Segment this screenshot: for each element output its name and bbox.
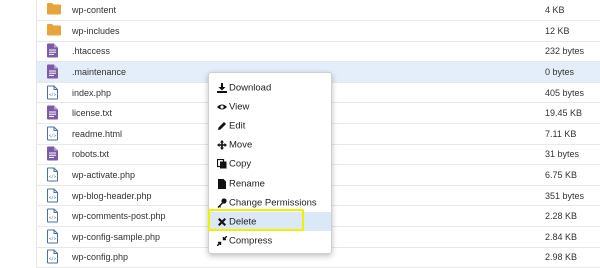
folder-icon <box>47 3 61 18</box>
download-icon <box>217 82 227 93</box>
file-name: readme.html <box>72 128 123 139</box>
svg-text:</>: </> <box>49 92 57 97</box>
context-menu-item-move[interactable]: Move <box>209 136 331 155</box>
svg-text:</>: </> <box>49 215 57 220</box>
context-menu-item-label: Rename <box>229 178 265 189</box>
svg-text:</>: </> <box>49 174 57 179</box>
file-size: 19.45 KB <box>545 108 583 119</box>
context-menu-item-download[interactable]: Download <box>209 78 331 97</box>
eye-icon <box>217 102 227 112</box>
file-size: 7.11 KB <box>545 128 577 139</box>
context-menu-item-copy[interactable]: Copy <box>209 155 331 174</box>
file-size: 232 bytes <box>545 46 585 57</box>
context-menu-item-label: Edit <box>229 120 246 132</box>
php-file-icon: </> <box>47 167 61 183</box>
svg-text:</>: </> <box>49 236 57 241</box>
svg-text:</>: </> <box>49 195 57 200</box>
move-icon <box>217 140 227 150</box>
file-size: 4 KB <box>545 5 565 16</box>
file-name: .maintenance <box>72 67 127 78</box>
php-file-icon: </> <box>47 249 61 265</box>
file-name: wp-content <box>72 5 117 16</box>
context-menu-item-label: Move <box>229 139 253 151</box>
file-name: .htaccess <box>72 46 111 57</box>
file-size: 12 KB <box>545 25 570 36</box>
context-menu-item-label: Delete <box>229 216 257 227</box>
rename-icon <box>217 178 227 189</box>
file-size: 0 bytes <box>545 67 575 78</box>
html-file-icon: </> <box>47 126 61 141</box>
file-name: wp-includes <box>72 25 120 36</box>
file-size: 2.98 KB <box>545 252 578 263</box>
file-size: 351 bytes <box>545 190 585 201</box>
context-menu-item-delete[interactable]: Delete <box>209 212 331 231</box>
text-file-icon <box>47 64 61 80</box>
context-menu-item-label: Change Permissions <box>229 197 317 208</box>
file-name: wp-blog-header.php <box>72 190 152 201</box>
php-file-icon: </> <box>47 229 61 244</box>
context-menu-item-view[interactable]: View <box>209 97 331 116</box>
compress-icon <box>216 235 228 247</box>
file-size: 405 bytes <box>545 87 585 98</box>
context-menu-item-label: Compress <box>229 235 273 247</box>
file-row[interactable]: .htaccess 232 bytes <box>37 42 600 63</box>
context-menu-item-label: Download <box>229 82 272 93</box>
file-row[interactable]: wp-content 4 KB <box>37 1 600 22</box>
text-file-icon <box>47 43 61 59</box>
file-name: wp-config.php <box>72 252 129 263</box>
context-menu-item-compress[interactable]: Compress <box>209 232 331 251</box>
context-menu-item-change-permissions[interactable]: Change Permissions <box>209 193 331 212</box>
file-name: wp-config-sample.php <box>72 231 161 242</box>
file-size: 2.28 KB <box>545 211 578 222</box>
file-name: index.php <box>72 87 112 98</box>
svg-text:</>: </> <box>49 256 57 261</box>
x-icon <box>217 217 227 227</box>
text-file-icon <box>47 105 61 121</box>
copy-icon <box>216 158 227 169</box>
file-size: 6.75 KB <box>545 170 578 181</box>
file-name: robots.txt <box>72 149 110 160</box>
php-file-icon: </> <box>47 188 61 203</box>
context-menu-item-label: View <box>229 101 250 112</box>
file-name: wp-comments-post.php <box>72 211 166 222</box>
file-size: 31 bytes <box>545 149 580 160</box>
php-file-icon: </> <box>47 85 61 100</box>
context-menu-item-label: Copy <box>229 158 252 170</box>
pencil-icon <box>217 121 227 131</box>
context-menu: Download View Edit Move Copy Rename Change Per… <box>208 72 332 254</box>
file-name: wp-activate.php <box>72 170 136 181</box>
svg-text:</>: </> <box>49 133 57 138</box>
php-file-icon: </> <box>47 208 61 224</box>
file-size: 2.84 KB <box>545 231 578 242</box>
text-file-icon <box>47 146 61 162</box>
key-icon <box>217 197 227 208</box>
context-menu-item-rename[interactable]: Rename <box>209 174 331 193</box>
file-row[interactable]: wp-includes 12 KB <box>37 21 600 42</box>
file-name: license.txt <box>72 108 113 119</box>
folder-icon <box>47 23 61 38</box>
context-menu-item-edit[interactable]: Edit <box>209 117 331 136</box>
